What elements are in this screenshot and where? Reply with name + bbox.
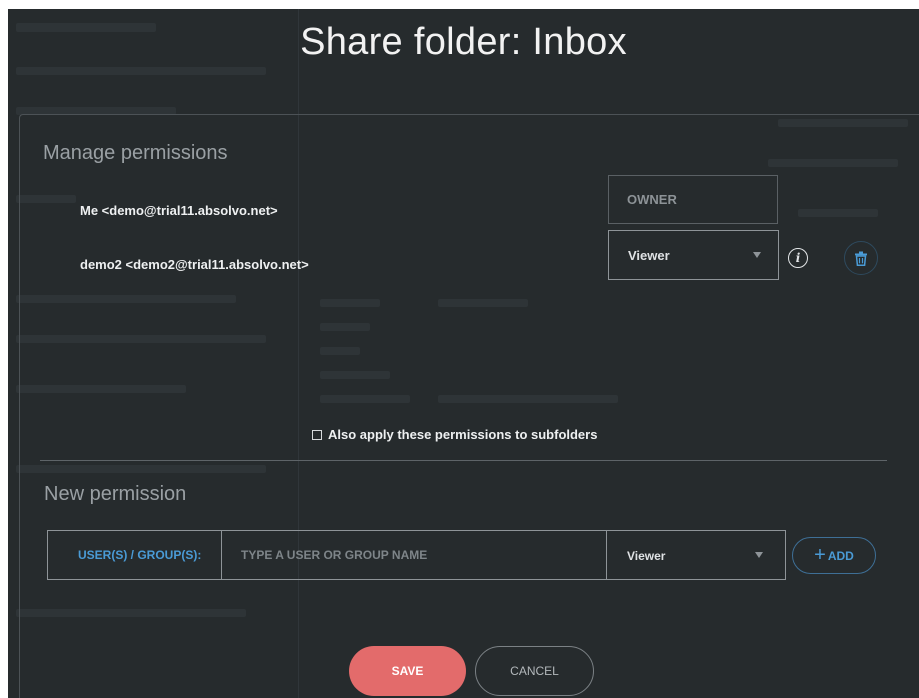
cancel-button[interactable]: CANCEL: [475, 646, 594, 696]
add-permission-button[interactable]: + ADD: [792, 537, 876, 574]
role-select-value: Viewer: [628, 248, 670, 263]
subfolders-label: Also apply these permissions to subfolde…: [328, 427, 598, 442]
trash-icon: [855, 251, 867, 266]
subfolders-option[interactable]: Also apply these permissions to subfolde…: [312, 427, 597, 442]
user-group-label: USER(S) / GROUP(S):: [48, 531, 222, 579]
permission-user-name: Me <demo@trial11.absolvo.net>: [80, 203, 278, 218]
dialog-title: Share folder: Inbox: [300, 21, 627, 63]
owner-role-badge: OWNER: [608, 175, 778, 224]
new-role-select-value: Viewer: [627, 549, 666, 563]
manage-permissions-heading: Manage permissions: [43, 142, 228, 164]
save-button[interactable]: SAVE: [349, 646, 466, 696]
caret-down-icon: [753, 252, 761, 258]
new-permission-row: USER(S) / GROUP(S): Viewer: [47, 530, 786, 580]
permission-user-name: demo2 <demo2@trial11.absolvo.net>: [80, 257, 309, 272]
info-icon[interactable]: i: [788, 248, 808, 268]
share-folder-modal: Share folder: Inbox Manage permissions M…: [8, 9, 919, 698]
role-select[interactable]: Viewer: [608, 230, 779, 280]
new-role-select[interactable]: Viewer: [606, 531, 785, 579]
dialog-panel: [19, 114, 919, 698]
plus-icon: +: [814, 543, 826, 566]
section-divider: [40, 460, 887, 461]
caret-down-icon: [755, 552, 763, 558]
new-permission-heading: New permission: [44, 483, 187, 505]
background-text-line: [16, 67, 266, 75]
screenshot-frame: Share folder: Inbox Manage permissions M…: [0, 0, 919, 698]
add-button-label: ADD: [827, 548, 854, 563]
subfolders-checkbox[interactable]: [312, 429, 322, 440]
user-group-input[interactable]: [222, 531, 606, 579]
delete-permission-button[interactable]: [844, 241, 878, 275]
